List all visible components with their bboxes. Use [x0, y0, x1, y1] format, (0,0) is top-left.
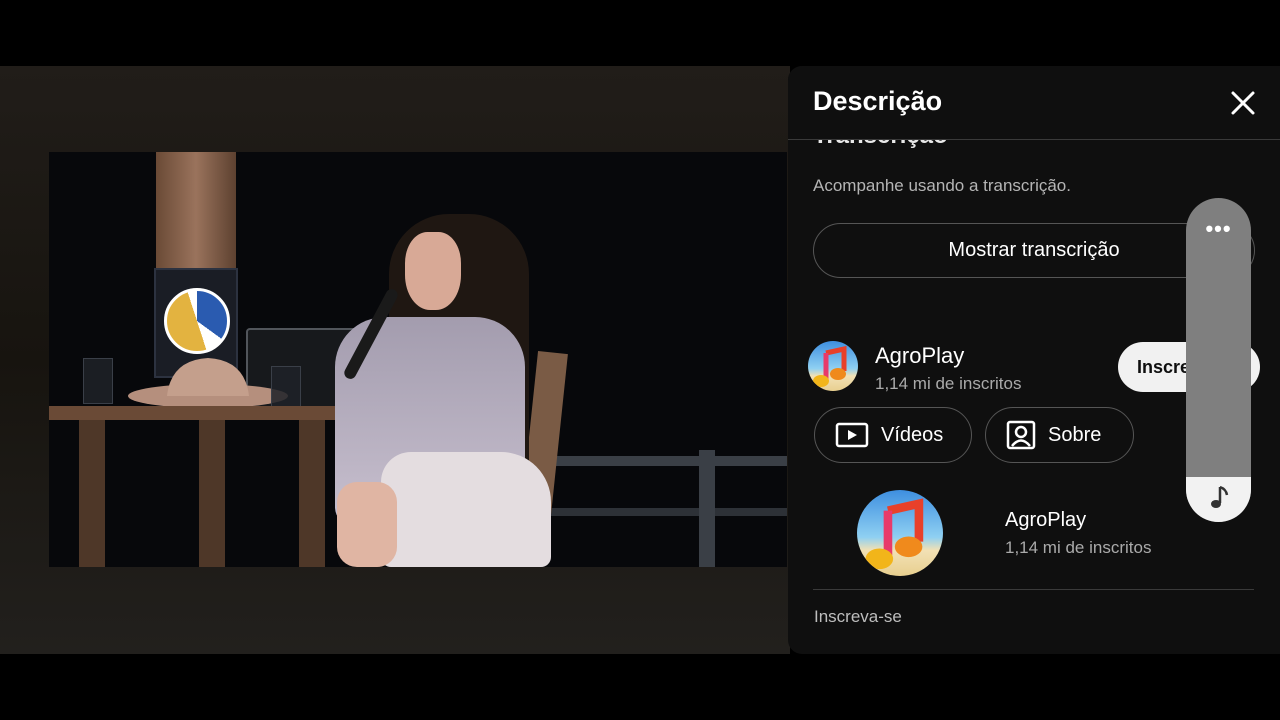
transcript-description: Acompanhe usando a transcrição.: [813, 176, 1071, 195]
videos-button[interactable]: Vídeos: [814, 407, 972, 463]
more-dots-icon[interactable]: •••: [1186, 216, 1251, 242]
panel-title: Descrição: [813, 86, 943, 116]
table-top: [49, 406, 349, 420]
person-box-icon: [1006, 420, 1036, 450]
divider: [813, 589, 1254, 590]
singer-face: [405, 232, 461, 310]
about-label: Sobre: [1048, 423, 1102, 446]
channel-card-name[interactable]: AgroPlay: [1005, 509, 1086, 532]
music-note-logo-icon: [813, 345, 847, 387]
video-frame[interactable]: [49, 152, 787, 567]
table-leg: [199, 420, 225, 567]
singer-leg: [337, 482, 397, 567]
table-leg: [299, 420, 325, 567]
channel-card-subscribers: 1,14 mi de inscritos: [1005, 538, 1152, 557]
channel-subscribers: 1,14 mi de inscritos: [875, 374, 1022, 393]
channel-card-avatar[interactable]: [857, 490, 943, 576]
music-button[interactable]: [1186, 477, 1251, 522]
music-note-logo-icon: [865, 498, 924, 570]
pepsi-logo: [164, 288, 230, 354]
floating-overlay-bar[interactable]: •••: [1186, 198, 1251, 522]
wooden-post: [156, 152, 236, 272]
railing-post: [699, 450, 715, 567]
videos-label: Vídeos: [881, 423, 944, 446]
about-button[interactable]: Sobre: [985, 407, 1134, 463]
panel-header: Descrição: [788, 66, 1280, 140]
subscribe-link[interactable]: Inscreva-se: [814, 607, 902, 627]
channel-name[interactable]: AgroPlay: [875, 343, 964, 369]
railing: [519, 508, 787, 516]
subscribe-label: Inscre: [1137, 356, 1191, 377]
cowboy-hat: [128, 358, 288, 408]
channel-avatar[interactable]: [808, 341, 858, 391]
video-stage[interactable]: [0, 66, 790, 654]
table-leg: [79, 420, 105, 567]
cup: [83, 358, 113, 404]
music-note-icon: [1211, 485, 1229, 508]
play-box-icon: [835, 422, 869, 448]
singer-skirt: [381, 452, 551, 567]
close-icon: [1231, 91, 1255, 115]
railing: [519, 456, 787, 466]
close-button[interactable]: [1226, 86, 1260, 120]
